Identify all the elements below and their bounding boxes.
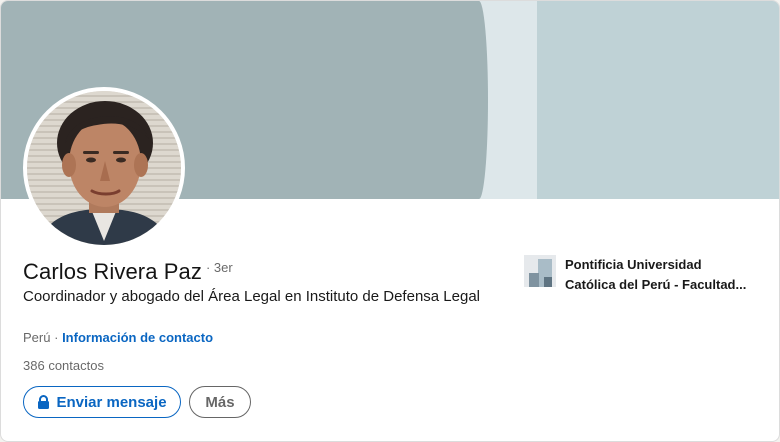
- school-logo: [524, 255, 556, 287]
- connections-label: contactos: [48, 358, 104, 373]
- connections-number: 386: [23, 358, 45, 373]
- education-entry[interactable]: Pontificia Universidad Católica del Perú…: [524, 255, 761, 295]
- location-separator: ·: [54, 330, 59, 345]
- school-name: Pontificia Universidad Católica del Perú…: [565, 255, 761, 295]
- profile-avatar[interactable]: [23, 87, 185, 249]
- banner-shape-right: [537, 1, 779, 199]
- lock-icon: [38, 395, 50, 409]
- name-row: Carlos Rivera Paz · 3er: [23, 259, 233, 285]
- location-row: Perú · Información de contacto: [23, 330, 213, 345]
- school-name-line1: Pontificia Universidad: [565, 257, 702, 272]
- profile-headline: Coordinador y abogado del Área Legal en …: [23, 288, 480, 305]
- profile-location: Perú: [23, 330, 51, 345]
- avatar-photo: [27, 91, 181, 245]
- send-message-label: Enviar mensaje: [56, 393, 167, 411]
- send-message-button[interactable]: Enviar mensaje: [23, 386, 181, 418]
- connections-count[interactable]: 386 contactos: [23, 358, 104, 373]
- more-label: Más: [205, 393, 235, 411]
- school-name-line2: Católica del Perú - Facultad...: [565, 277, 747, 292]
- more-button[interactable]: Más: [189, 386, 251, 418]
- connection-degree: · 3er: [205, 260, 233, 275]
- profile-card: Carlos Rivera Paz · 3er Coordinador y ab…: [0, 0, 780, 442]
- profile-name: Carlos Rivera Paz: [23, 259, 202, 284]
- contact-info-link[interactable]: Información de contacto: [62, 330, 213, 345]
